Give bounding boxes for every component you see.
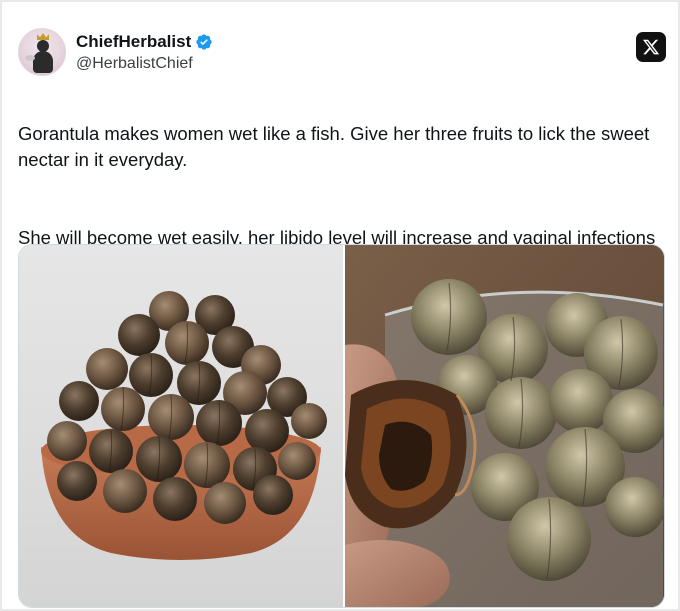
author-display-name[interactable]: ChiefHerbalist: [76, 32, 191, 52]
tweet-paragraph: Gorantula makes women wet like a fish. G…: [18, 123, 650, 170]
glass-bowl-illustration: [345, 245, 664, 607]
author-name-row: ChiefHerbalist: [76, 32, 213, 52]
fruit-bowl-illustration: [41, 291, 327, 560]
tweet-media[interactable]: [18, 244, 665, 608]
avatar[interactable]: [18, 28, 66, 76]
tweet-card: ChiefHerbalist @HerbalistChief Gorantula…: [2, 2, 678, 609]
x-logo-icon[interactable]: [636, 32, 666, 62]
media-image-bowl[interactable]: [19, 245, 343, 607]
author-handle[interactable]: @HerbalistChief: [76, 55, 193, 73]
verified-badge-icon: [196, 34, 212, 50]
crown-icon: [37, 33, 49, 40]
tweet-header: ChiefHerbalist @HerbalistChief: [18, 28, 668, 84]
media-image-glass-bowl[interactable]: [345, 245, 664, 607]
